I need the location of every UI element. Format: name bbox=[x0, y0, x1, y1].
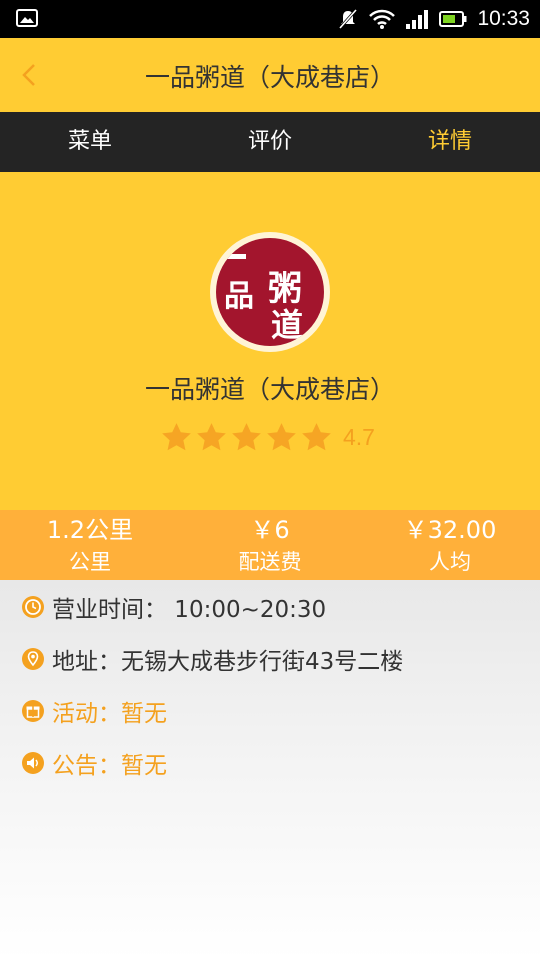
stat-distance: 1.2公里 公里 bbox=[0, 510, 180, 580]
battery-icon bbox=[439, 11, 467, 27]
clock-icon bbox=[22, 596, 44, 618]
wifi-icon bbox=[369, 9, 396, 29]
shop-logo-badge: 品 粥 道 bbox=[216, 238, 324, 346]
stat-label: 人均 bbox=[429, 550, 471, 574]
stat-per-person: ￥32.00 人均 bbox=[360, 510, 540, 580]
info-notice: 公告：暂无 bbox=[22, 746, 167, 780]
shop-logo-art: 品 粥 道 bbox=[216, 254, 303, 344]
tab-menu[interactable]: 菜单 bbox=[0, 112, 180, 172]
shop-hero: 品 粥 道 一品粥道（大成巷店） 4.7 bbox=[0, 172, 540, 510]
stat-value: ￥32.00 bbox=[403, 516, 497, 544]
location-pin-icon bbox=[22, 648, 44, 670]
stat-label: 公里 bbox=[69, 550, 111, 574]
stat-label: 配送费 bbox=[238, 550, 302, 574]
notification-muted-icon bbox=[339, 9, 358, 29]
signal-icon bbox=[406, 10, 429, 29]
star-icon bbox=[197, 422, 226, 450]
notice-text: 公告：暂无 bbox=[52, 753, 167, 779]
shop-name: 一品粥道（大成巷店） bbox=[144, 375, 395, 404]
tab-details[interactable]: 详情 bbox=[360, 112, 540, 172]
status-time: 10:33 bbox=[477, 7, 530, 30]
tab-bar: 菜单 评价 详情 bbox=[0, 112, 540, 172]
star-icon bbox=[302, 422, 331, 450]
status-bar: 10:33 bbox=[0, 0, 540, 38]
app-header: 一品粥道（大成巷店） bbox=[0, 38, 540, 112]
star-icon bbox=[232, 422, 261, 450]
info-address: 地址：无锡大成巷步行街43号二楼 bbox=[22, 642, 403, 676]
rating-row: 4.7 bbox=[160, 420, 375, 454]
status-icons: 10:33 bbox=[337, 6, 530, 32]
star-icon bbox=[162, 422, 191, 450]
logo-char-zhou: 粥 bbox=[268, 269, 302, 309]
address-text: 地址：无锡大成巷步行街43号二楼 bbox=[52, 649, 404, 675]
info-activity: 活动：暂无 bbox=[22, 694, 167, 728]
page-title: 一品粥道（大成巷店） bbox=[144, 63, 395, 92]
rating-value: 4.7 bbox=[343, 423, 375, 450]
logo-char-pin: 品 bbox=[224, 279, 254, 314]
logo-char-dao: 道 bbox=[271, 306, 303, 344]
speaker-icon bbox=[22, 752, 44, 774]
stat-value: ￥6 bbox=[250, 516, 290, 544]
hours-text: 营业时间： 10:00~20:30 bbox=[52, 597, 327, 623]
activity-text: 活动：暂无 bbox=[52, 701, 167, 727]
stat-value: 1.2公里 bbox=[46, 516, 134, 544]
info-hours: 营业时间： 10:00~20:30 bbox=[22, 590, 326, 624]
shop-logo: 品 粥 道 bbox=[210, 232, 330, 352]
gift-icon bbox=[22, 700, 44, 722]
image-icon bbox=[16, 9, 38, 27]
tab-reviews[interactable]: 评价 bbox=[180, 112, 360, 172]
shop-stats: 1.2公里 公里 ￥6 配送费 ￥32.00 人均 bbox=[0, 510, 540, 580]
star-icon bbox=[267, 422, 296, 450]
shop-info: 营业时间： 10:00~20:30 地址：无锡大成巷步行街43号二楼 活动：暂无… bbox=[0, 580, 540, 960]
stat-delivery-fee: ￥6 配送费 bbox=[180, 510, 360, 580]
